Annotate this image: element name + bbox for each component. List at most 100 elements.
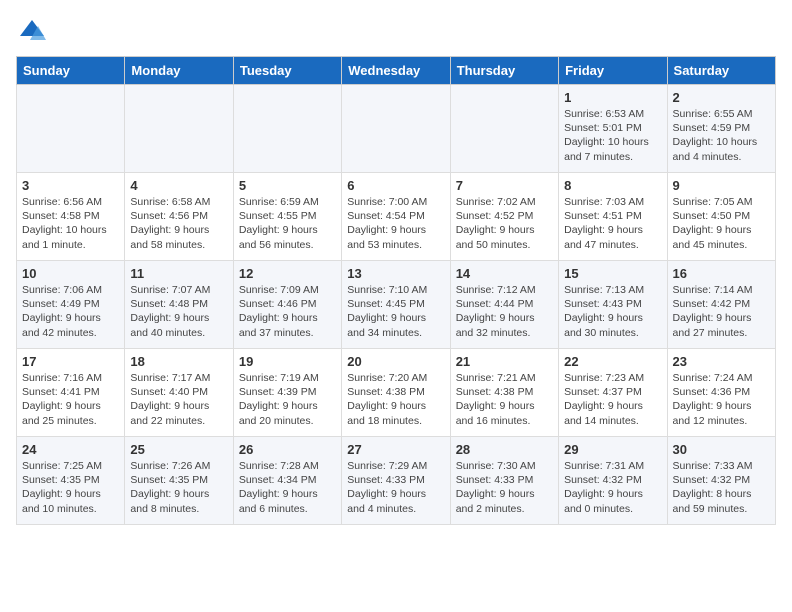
day-info: Sunrise: 6:58 AM Sunset: 4:56 PM Dayligh… <box>130 195 227 252</box>
calendar-cell: 7 Sunrise: 7:02 AM Sunset: 4:52 PM Daylig… <box>450 173 558 261</box>
day-number: 20 <box>347 354 444 369</box>
calendar-cell: 29 Sunrise: 7:31 AM Sunset: 4:32 PM Dayli… <box>559 437 667 525</box>
day-info: Sunrise: 7:21 AM Sunset: 4:38 PM Dayligh… <box>456 371 553 428</box>
calendar-cell: 10 Sunrise: 7:06 AM Sunset: 4:49 PM Dayli… <box>17 261 125 349</box>
calendar-cell: 24Sunrise: 7:25 AM Sunset: 4:35 PM Dayli… <box>17 437 125 525</box>
calendar-cell <box>233 85 341 173</box>
day-number: 21 <box>456 354 553 369</box>
day-number: 18 <box>130 354 227 369</box>
day-info: Sunrise: 7:30 AM Sunset: 4:33 PM Dayligh… <box>456 459 553 516</box>
calendar-cell: 17 Sunrise: 7:16 AM Sunset: 4:41 PM Dayli… <box>17 349 125 437</box>
calendar-cell: 21 Sunrise: 7:21 AM Sunset: 4:38 PM Dayli… <box>450 349 558 437</box>
day-info: Sunrise: 7:23 AM Sunset: 4:37 PM Dayligh… <box>564 371 661 428</box>
day-info: Sunrise: 6:56 AM Sunset: 4:58 PM Dayligh… <box>22 195 119 252</box>
calendar-cell <box>342 85 450 173</box>
day-number: 27 <box>347 442 444 457</box>
day-number: 26 <box>239 442 336 457</box>
calendar-cell <box>450 85 558 173</box>
day-info: Sunrise: 7:13 AM Sunset: 4:43 PM Dayligh… <box>564 283 661 340</box>
calendar-cell: 15 Sunrise: 7:13 AM Sunset: 4:43 PM Dayli… <box>559 261 667 349</box>
day-number: 13 <box>347 266 444 281</box>
calendar-cell <box>125 85 233 173</box>
calendar-cell: 14Sunrise: 7:12 AM Sunset: 4:44 PM Dayli… <box>450 261 558 349</box>
day-number: 17 <box>22 354 119 369</box>
calendar-cell: 8 Sunrise: 7:03 AM Sunset: 4:51 PM Daylig… <box>559 173 667 261</box>
calendar-week-row: 17 Sunrise: 7:16 AM Sunset: 4:41 PM Dayli… <box>17 349 776 437</box>
day-number: 7 <box>456 178 553 193</box>
col-header-monday: Monday <box>125 57 233 85</box>
calendar-cell: 23 Sunrise: 7:24 AM Sunset: 4:36 PM Dayli… <box>667 349 775 437</box>
col-header-sunday: Sunday <box>17 57 125 85</box>
day-number: 15 <box>564 266 661 281</box>
calendar-week-row: 3 Sunrise: 6:56 AM Sunset: 4:58 PM Daylig… <box>17 173 776 261</box>
day-info: Sunrise: 7:24 AM Sunset: 4:36 PM Dayligh… <box>673 371 770 428</box>
day-number: 3 <box>22 178 119 193</box>
calendar-week-row: 10 Sunrise: 7:06 AM Sunset: 4:49 PM Dayli… <box>17 261 776 349</box>
day-info: Sunrise: 7:29 AM Sunset: 4:33 PM Dayligh… <box>347 459 444 516</box>
calendar-cell: 16 Sunrise: 7:14 AM Sunset: 4:42 PM Dayli… <box>667 261 775 349</box>
calendar-cell: 30 Sunrise: 7:33 AM Sunset: 4:32 PM Dayli… <box>667 437 775 525</box>
day-number: 16 <box>673 266 770 281</box>
day-info: Sunrise: 7:10 AM Sunset: 4:45 PM Dayligh… <box>347 283 444 340</box>
day-number: 11 <box>130 266 227 281</box>
calendar-cell: 25 Sunrise: 7:26 AM Sunset: 4:35 PM Dayli… <box>125 437 233 525</box>
page-header <box>16 16 776 44</box>
day-number: 28 <box>456 442 553 457</box>
day-info: Sunrise: 7:31 AM Sunset: 4:32 PM Dayligh… <box>564 459 661 516</box>
calendar-cell: 5Sunrise: 6:59 AM Sunset: 4:55 PM Daylig… <box>233 173 341 261</box>
day-number: 2 <box>673 90 770 105</box>
col-header-saturday: Saturday <box>667 57 775 85</box>
calendar-cell: 26Sunrise: 7:28 AM Sunset: 4:34 PM Dayli… <box>233 437 341 525</box>
day-number: 5 <box>239 178 336 193</box>
col-header-tuesday: Tuesday <box>233 57 341 85</box>
day-info: Sunrise: 7:19 AM Sunset: 4:39 PM Dayligh… <box>239 371 336 428</box>
day-info: Sunrise: 7:06 AM Sunset: 4:49 PM Dayligh… <box>22 283 119 340</box>
calendar-cell: 22 Sunrise: 7:23 AM Sunset: 4:37 PM Dayli… <box>559 349 667 437</box>
day-number: 1 <box>564 90 661 105</box>
day-number: 6 <box>347 178 444 193</box>
day-info: Sunrise: 7:09 AM Sunset: 4:46 PM Dayligh… <box>239 283 336 340</box>
day-number: 4 <box>130 178 227 193</box>
calendar-cell: 4 Sunrise: 6:58 AM Sunset: 4:56 PM Daylig… <box>125 173 233 261</box>
day-number: 29 <box>564 442 661 457</box>
calendar-cell: 2 Sunrise: 6:55 AM Sunset: 4:59 PM Daylig… <box>667 85 775 173</box>
calendar-cell: 12 Sunrise: 7:09 AM Sunset: 4:46 PM Dayli… <box>233 261 341 349</box>
day-info: Sunrise: 6:55 AM Sunset: 4:59 PM Dayligh… <box>673 107 770 164</box>
calendar-cell: 27 Sunrise: 7:29 AM Sunset: 4:33 PM Dayli… <box>342 437 450 525</box>
day-info: Sunrise: 7:14 AM Sunset: 4:42 PM Dayligh… <box>673 283 770 340</box>
logo-icon <box>18 16 46 44</box>
day-info: Sunrise: 7:33 AM Sunset: 4:32 PM Dayligh… <box>673 459 770 516</box>
calendar-cell: 28 Sunrise: 7:30 AM Sunset: 4:33 PM Dayli… <box>450 437 558 525</box>
day-number: 12 <box>239 266 336 281</box>
calendar-cell: 9 Sunrise: 7:05 AM Sunset: 4:50 PM Daylig… <box>667 173 775 261</box>
day-info: Sunrise: 7:20 AM Sunset: 4:38 PM Dayligh… <box>347 371 444 428</box>
day-number: 10 <box>22 266 119 281</box>
day-info: Sunrise: 7:00 AM Sunset: 4:54 PM Dayligh… <box>347 195 444 252</box>
col-header-friday: Friday <box>559 57 667 85</box>
day-info: Sunrise: 7:26 AM Sunset: 4:35 PM Dayligh… <box>130 459 227 516</box>
calendar-cell: 13 Sunrise: 7:10 AM Sunset: 4:45 PM Dayli… <box>342 261 450 349</box>
day-info: Sunrise: 7:16 AM Sunset: 4:41 PM Dayligh… <box>22 371 119 428</box>
day-info: Sunrise: 7:03 AM Sunset: 4:51 PM Dayligh… <box>564 195 661 252</box>
calendar-cell <box>17 85 125 173</box>
calendar-cell: 20 Sunrise: 7:20 AM Sunset: 4:38 PM Dayli… <box>342 349 450 437</box>
col-header-thursday: Thursday <box>450 57 558 85</box>
day-number: 8 <box>564 178 661 193</box>
calendar-cell: 11Sunrise: 7:07 AM Sunset: 4:48 PM Dayli… <box>125 261 233 349</box>
day-number: 30 <box>673 442 770 457</box>
calendar-cell: 1 Sunrise: 6:53 AM Sunset: 5:01 PM Daylig… <box>559 85 667 173</box>
day-number: 22 <box>564 354 661 369</box>
calendar-cell: 18Sunrise: 7:17 AM Sunset: 4:40 PM Dayli… <box>125 349 233 437</box>
day-info: Sunrise: 7:05 AM Sunset: 4:50 PM Dayligh… <box>673 195 770 252</box>
day-number: 25 <box>130 442 227 457</box>
day-info: Sunrise: 6:53 AM Sunset: 5:01 PM Dayligh… <box>564 107 661 164</box>
day-number: 23 <box>673 354 770 369</box>
calendar-week-row: 24Sunrise: 7:25 AM Sunset: 4:35 PM Dayli… <box>17 437 776 525</box>
day-number: 19 <box>239 354 336 369</box>
day-info: Sunrise: 7:25 AM Sunset: 4:35 PM Dayligh… <box>22 459 119 516</box>
day-number: 14 <box>456 266 553 281</box>
logo <box>16 16 46 44</box>
day-number: 9 <box>673 178 770 193</box>
calendar-week-row: 1 Sunrise: 6:53 AM Sunset: 5:01 PM Daylig… <box>17 85 776 173</box>
day-info: Sunrise: 7:02 AM Sunset: 4:52 PM Dayligh… <box>456 195 553 252</box>
